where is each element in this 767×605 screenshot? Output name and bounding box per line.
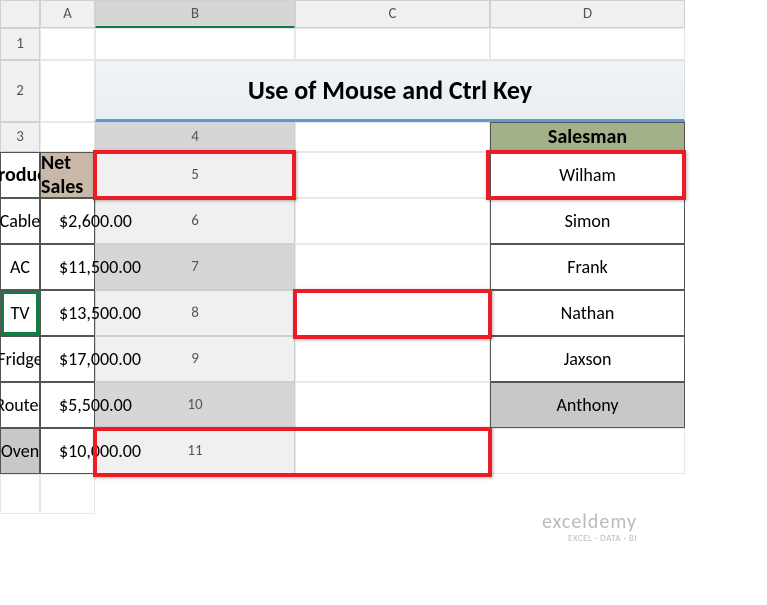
cell-a5[interactable] [295,152,490,198]
cell-d11[interactable] [40,474,95,514]
row-header-3[interactable]: 3 [0,122,40,152]
cell-a4[interactable] [295,122,490,152]
cell-sales-1[interactable]: $2,600.00 [40,198,95,244]
cell-sales-2[interactable]: $11,500.00 [40,244,95,290]
sales-value: 17,000.00 [68,348,141,370]
cell-sales-3[interactable]: $13,500.00 [40,290,95,336]
currency-symbol: $ [59,394,68,416]
row-header-2[interactable]: 2 [0,60,40,122]
cell-c11[interactable] [0,474,40,514]
sales-value: 5,500.00 [68,394,132,416]
col-header-c[interactable]: C [295,0,490,28]
cell-a8[interactable] [295,290,490,336]
cell-b11[interactable] [490,428,685,474]
select-all-corner[interactable] [0,0,40,28]
sales-value: 11,500.00 [68,256,141,278]
row-header-1[interactable]: 1 [0,28,40,60]
currency-symbol: $ [59,302,68,324]
watermark: exceldemy EXCEL · DATA · BI [542,510,637,545]
cell-salesman-3[interactable]: Frank [490,244,685,290]
cell-product-3-active[interactable]: TV [0,290,40,336]
cell-a2[interactable] [40,60,95,122]
row-header-4[interactable]: 4 [95,122,295,152]
title-cell[interactable]: Use of Mouse and Ctrl Key [95,60,685,122]
cell-product-1[interactable]: Cable [0,198,40,244]
cell-sales-5[interactable]: $5,500.00 [40,382,95,428]
cell-sales-6[interactable]: $10,000.00 [40,428,95,474]
watermark-brand: exceldemy [542,510,637,534]
cell-product-4[interactable]: Fridge [0,336,40,382]
sales-value: 13,500.00 [68,302,141,324]
cell-a10[interactable] [295,382,490,428]
currency-symbol: $ [59,210,68,232]
cell-a7[interactable] [295,244,490,290]
header-salesman[interactable]: Salesman [490,122,685,152]
cell-b1[interactable] [95,28,295,60]
col-header-b[interactable]: B [95,0,295,28]
cell-product-6[interactable]: Oven [0,428,40,474]
cell-a6[interactable] [295,198,490,244]
sales-value: 2,600.00 [68,210,132,232]
sales-value: 10,000.00 [68,440,141,462]
col-header-a[interactable]: A [40,0,95,28]
cell-a1[interactable] [40,28,95,60]
cell-a3[interactable] [40,122,95,152]
cell-salesman-2[interactable]: Simon [490,198,685,244]
currency-symbol: $ [59,440,68,462]
watermark-tag: EXCEL · DATA · BI [542,534,637,545]
cell-a11[interactable] [295,428,490,474]
currency-symbol: $ [59,348,68,370]
cell-d1[interactable] [490,28,685,60]
col-header-d[interactable]: D [490,0,685,28]
cell-product-2[interactable]: AC [0,244,40,290]
cell-a9[interactable] [295,336,490,382]
cell-salesman-1[interactable]: Wilham [490,152,685,198]
cell-salesman-5[interactable]: Jaxson [490,336,685,382]
row-header-5[interactable]: 5 [95,152,295,198]
header-net-sales[interactable]: Net Sales [40,152,95,198]
cell-c1[interactable] [295,28,490,60]
cell-salesman-4[interactable]: Nathan [490,290,685,336]
spreadsheet-grid: A B C D 1 2 Use of Mouse and Ctrl Key 3 … [0,0,767,514]
cell-sales-4[interactable]: $17,000.00 [40,336,95,382]
header-product[interactable]: Product [0,152,40,198]
currency-symbol: $ [59,256,68,278]
cell-salesman-6[interactable]: Anthony [490,382,685,428]
cell-product-5[interactable]: Router [0,382,40,428]
